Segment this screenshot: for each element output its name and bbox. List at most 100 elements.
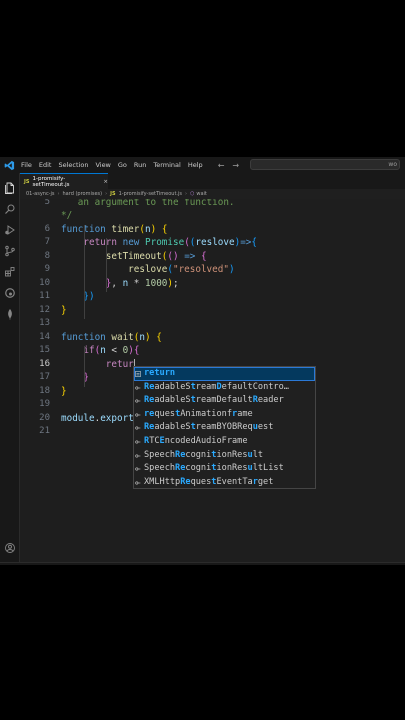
line-number: 19: [39, 399, 50, 409]
breadcrumb-folder-01-async-js[interactable]: 01-async-js: [26, 191, 55, 197]
breadcrumb-folder-hard-promises[interactable]: hard (promises): [63, 191, 103, 197]
line-number: 7: [44, 237, 50, 247]
line-number: 15: [39, 345, 50, 355]
suggestion-item[interactable]: ReadableStreamDefaultContro…: [134, 381, 315, 395]
menu-help[interactable]: Help: [188, 161, 203, 169]
line-number: 16: [39, 358, 50, 369]
menu-file[interactable]: File: [21, 161, 32, 169]
code-line[interactable]: 13: [20, 317, 405, 330]
close-icon[interactable]: ×: [103, 179, 108, 185]
command-search-input[interactable]: wo: [250, 159, 400, 170]
interface-icon: [135, 467, 141, 471]
code-text: setTimeout(() => {: [105, 250, 207, 262]
run-debug-icon[interactable]: [4, 221, 16, 235]
interface-icon: [135, 413, 141, 417]
line-number: 10: [39, 277, 50, 288]
code-text: module.export: [61, 412, 134, 424]
suggestion-widget[interactable]: return ReadableStreamDefaultContro… Readab…: [133, 366, 316, 489]
line-number: 18: [39, 385, 50, 396]
code-line[interactable]: 10 }, n * 1000);: [20, 277, 405, 290]
line-number: 11: [39, 291, 50, 301]
code-text: function wait(n) {: [61, 331, 162, 343]
indent-guide: [84, 346, 85, 387]
suggestion-label: SpeechRecognitionResult: [144, 449, 264, 460]
menu-view[interactable]: View: [95, 161, 110, 169]
code-text: */: [61, 210, 73, 221]
code-text: }): [83, 291, 95, 302]
chevron-right-icon: ›: [57, 191, 60, 197]
forward-arrow-icon[interactable]: →: [232, 161, 239, 170]
suggestion-item[interactable]: SpeechRecognitionResultList: [134, 462, 315, 476]
breadcrumb: 01-async-js › hard (promises) › JS 1-pro…: [20, 189, 405, 199]
suggestion-item[interactable]: return: [134, 367, 315, 381]
code-text: function timer(n) {: [61, 223, 168, 235]
code-line[interactable]: 6 function timer(n) {: [20, 223, 405, 236]
code-line[interactable]: */: [20, 209, 405, 222]
indent-guide: [106, 238, 107, 292]
interface-icon: [135, 440, 141, 444]
menu-terminal[interactable]: Terminal: [153, 161, 180, 169]
back-arrow-icon[interactable]: ←: [218, 161, 225, 170]
tab-1-promisify-settimeout[interactable]: JS 1-promisify-setTimeout.js ×: [20, 173, 108, 189]
code-text: if(n < 0){: [83, 345, 140, 356]
code-line[interactable]: 11 }): [20, 290, 405, 303]
breadcrumb-file[interactable]: 1-promisify-setTimeout.js: [119, 191, 182, 197]
chevron-right-icon: ›: [105, 191, 108, 197]
keyword-icon: [135, 371, 141, 377]
suggestion-item[interactable]: ReadableStreamBYOBRequest: [134, 421, 315, 435]
suggestion-label: requestAnimationframe: [144, 408, 253, 419]
suggestion-label: ReadableStreamDefaultContro…: [144, 381, 289, 392]
breadcrumb-symbol-wait[interactable]: wait: [196, 191, 207, 197]
code-text: retur: [105, 358, 135, 370]
code-line[interactable]: 7 return new Promise((reslove)=>{: [20, 236, 405, 249]
menu-go[interactable]: Go: [118, 161, 127, 169]
line-number: 12: [39, 304, 50, 315]
suggestion-item[interactable]: RTCEncodedAudioFrame: [134, 435, 315, 449]
line-number: 21: [39, 426, 50, 436]
suggestion-label: XMLHttpRequestEventTarget: [144, 476, 274, 487]
code-text: an argument to the function.: [61, 199, 235, 208]
line-number: 5: [44, 199, 50, 207]
line-number: 14: [39, 331, 50, 342]
code-line[interactable]: 12}: [20, 304, 405, 317]
code-line[interactable]: 5 an argument to the function.: [20, 199, 405, 209]
search-icon[interactable]: [4, 200, 16, 214]
code-text: }: [61, 304, 67, 316]
menu-edit[interactable]: Edit: [39, 161, 52, 169]
suggestion-item[interactable]: requestAnimationframe: [134, 408, 315, 422]
code-line[interactable]: 9 reslove("resolved"): [20, 263, 405, 276]
js-file-icon: JS: [24, 178, 30, 185]
suggestion-item[interactable]: XMLHttpRequestEventTarget: [134, 476, 315, 488]
source-control-icon[interactable]: [4, 242, 16, 257]
suggestion-label: SpeechRecognitionResultList: [144, 463, 284, 474]
suggestion-item[interactable]: ReadableStreamDefaultReader: [134, 394, 315, 408]
status-bar: [0, 562, 405, 565]
menu-selection[interactable]: Selection: [58, 161, 88, 169]
extensions-icon[interactable]: [4, 263, 16, 277]
mongodb-leaf-icon[interactable]: [4, 305, 16, 320]
line-number: 8: [44, 250, 50, 261]
suggestion-label: return: [144, 368, 176, 378]
interface-icon: [135, 426, 141, 430]
js-file-icon: JS: [110, 191, 116, 197]
code-line[interactable]: 14 function wait(n) {: [20, 331, 405, 344]
explorer-files-icon[interactable]: [4, 179, 16, 194]
code-line[interactable]: 15 if(n < 0){: [20, 344, 405, 357]
suggestion-label: RTCEncodedAudioFrame: [144, 435, 248, 446]
tab-label: 1-promisify-setTimeout.js: [32, 175, 70, 188]
interface-icon: [135, 454, 141, 458]
code-line[interactable]: 8 setTimeout(() => {: [20, 250, 405, 263]
line-number: 9: [44, 264, 50, 274]
function-symbol-icon: ⬡: [190, 191, 195, 197]
vscode-window: File Edit Selection View Go Run Terminal…: [0, 157, 405, 565]
title-bar: File Edit Selection View Go Run Terminal…: [0, 157, 405, 173]
menu-run[interactable]: Run: [134, 161, 146, 169]
line-number: 20: [39, 412, 50, 423]
line-number: 17: [39, 372, 50, 382]
code-text: }, n * 1000);: [105, 277, 179, 289]
suggestion-item[interactable]: SpeechRecognitionResult: [134, 449, 315, 463]
editor-tabs: JS 1-promisify-setTimeout.js ×: [20, 173, 405, 189]
activity-bar: [0, 173, 20, 565]
edge-browser-icon[interactable]: [4, 284, 16, 298]
account-icon[interactable]: [4, 539, 16, 553]
